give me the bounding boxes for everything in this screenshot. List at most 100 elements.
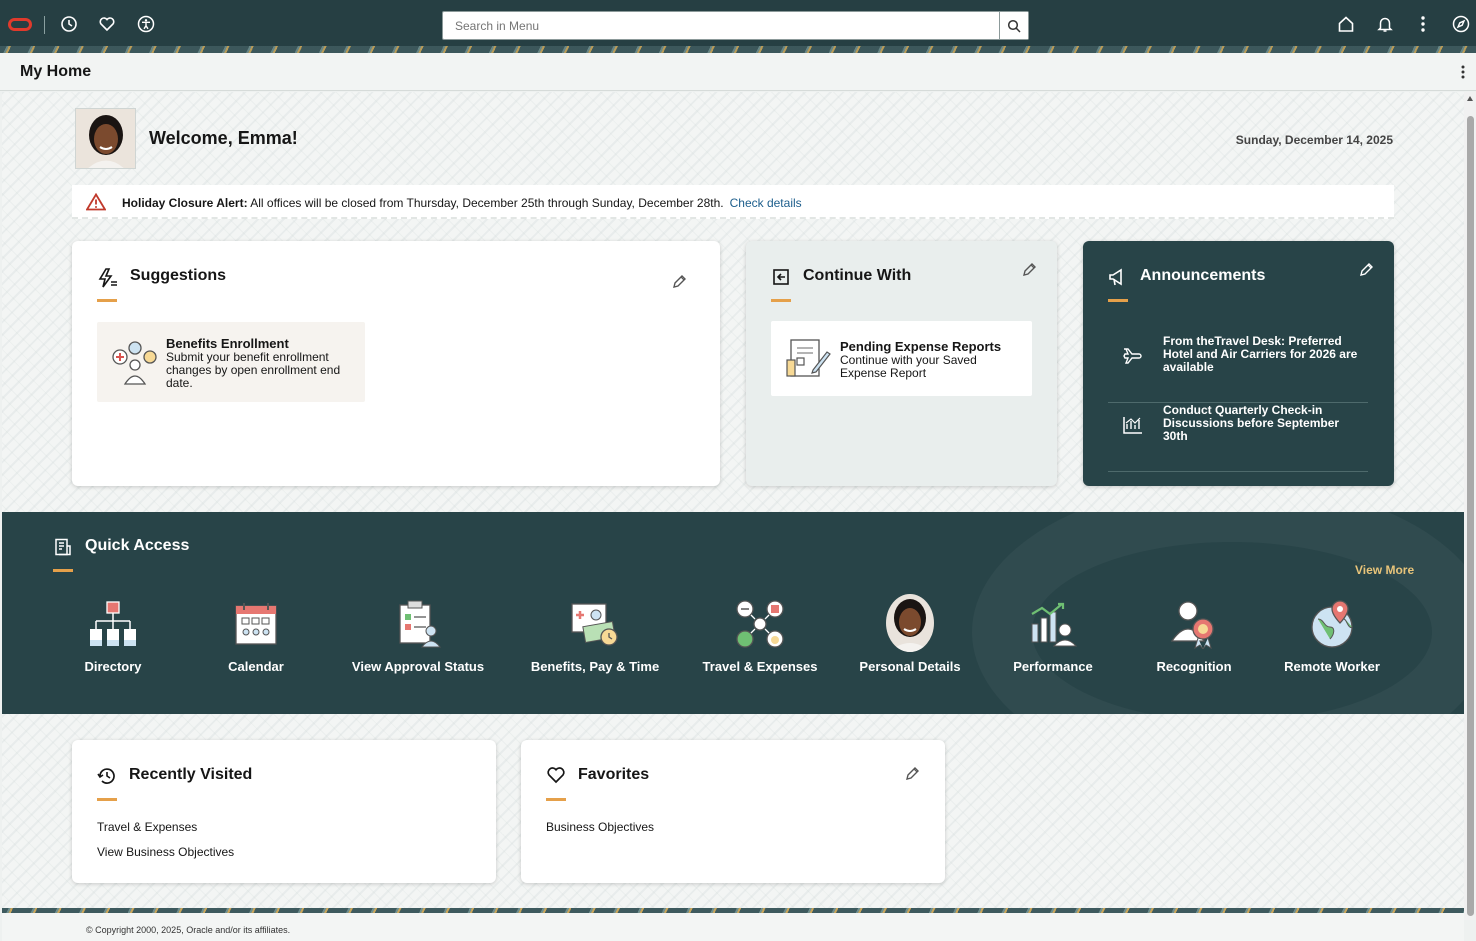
edit-pencil-icon[interactable] xyxy=(1359,262,1374,282)
continue-item-description: Continue with your Saved Expense Report xyxy=(840,353,977,380)
divider xyxy=(44,16,45,34)
approval-clipboard-icon xyxy=(392,598,444,650)
actions-menu-icon[interactable] xyxy=(1412,13,1434,35)
title-accent xyxy=(53,569,73,572)
quick-access-recognition[interactable]: Recognition xyxy=(1142,598,1246,678)
current-date: Sunday, December 14, 2025 xyxy=(1235,133,1393,147)
announcement-item[interactable]: From theTravel Desk: Preferred Hotel and… xyxy=(1108,335,1368,403)
user-photo-icon xyxy=(76,109,135,168)
suggestions-card: Suggestions Benefits Enrollment Submit y… xyxy=(72,241,720,486)
quick-access-label: Directory xyxy=(84,659,142,674)
directory-org-chart-icon xyxy=(87,598,139,650)
megaphone-icon xyxy=(1108,267,1129,292)
search-button[interactable] xyxy=(999,12,1028,39)
recent-link[interactable]: View Business Objectives xyxy=(97,845,234,859)
page-actions-icon[interactable] xyxy=(1460,64,1466,85)
title-accent xyxy=(1108,299,1128,302)
suggestion-title: Benefits Enrollment xyxy=(166,336,289,351)
header-pattern xyxy=(0,46,1476,53)
quick-access-calendar[interactable]: Calendar xyxy=(206,598,306,678)
view-more-link[interactable]: View More xyxy=(1355,563,1414,577)
quick-access-label: View Approval Status xyxy=(351,659,485,674)
quick-access-title: Quick Access xyxy=(85,537,190,554)
alert-label: Holiday Closure Alert: xyxy=(122,196,248,210)
avatar xyxy=(75,108,136,169)
vertical-scrollbar[interactable] xyxy=(1464,92,1476,920)
recently-visited-card: Recently Visited Travel & Expenses View … xyxy=(72,740,496,883)
favorites-heart-icon[interactable] xyxy=(96,13,118,35)
home-icon[interactable] xyxy=(1335,13,1357,35)
footer: © Copyright 2000, 2025, Oracle and/or it… xyxy=(2,913,1464,941)
scroll-up-icon[interactable] xyxy=(1467,96,1473,101)
announcement-item[interactable]: Conduct Quarterly Check-in Discussions b… xyxy=(1108,404,1368,472)
search-icon xyxy=(1007,19,1021,33)
airplane-icon xyxy=(1122,344,1146,369)
favorites-card: Favorites Business Objectives xyxy=(521,740,945,883)
expense-report-icon xyxy=(785,336,833,385)
scrollbar-thumb[interactable] xyxy=(1467,116,1474,916)
remote-worker-globe-icon xyxy=(1306,598,1358,650)
continue-with-title: Continue With xyxy=(803,267,912,284)
announcement-text: Conduct Quarterly Check-in Discussions b… xyxy=(1163,403,1340,443)
alert-message: All offices will be closed from Thursday… xyxy=(247,196,724,210)
continue-with-icon xyxy=(771,267,791,292)
oracle-logo[interactable] xyxy=(8,18,32,31)
alert-text: Holiday Closure Alert: All offices will … xyxy=(122,196,802,210)
quick-access-label: Remote Worker xyxy=(1284,659,1380,674)
notifications-bell-icon[interactable] xyxy=(1374,13,1396,35)
chart-growth-icon xyxy=(1122,415,1144,440)
title-accent xyxy=(771,299,791,302)
benefits-enrollment-tile[interactable]: Benefits Enrollment Submit your benefit … xyxy=(97,322,365,402)
page-title: My Home xyxy=(20,63,92,80)
accessibility-icon[interactable] xyxy=(135,13,157,35)
edit-pencil-icon[interactable] xyxy=(905,766,920,786)
quick-access-label: Recognition xyxy=(1156,659,1232,674)
search-input[interactable] xyxy=(443,12,998,39)
navigator-compass-icon[interactable] xyxy=(1450,13,1472,35)
recent-link[interactable]: Travel & Expenses xyxy=(97,820,197,834)
quick-access-directory[interactable]: Directory xyxy=(63,598,163,678)
holiday-alert-banner: Holiday Closure Alert: All offices will … xyxy=(72,185,1394,219)
performance-growth-icon xyxy=(1027,598,1079,650)
announcements-title: Announcements xyxy=(1140,267,1266,284)
heart-icon xyxy=(546,766,566,789)
suggestion-description: Submit your benefit enrollment changes b… xyxy=(166,350,341,390)
quick-access-view-approval-status[interactable]: View Approval Status xyxy=(348,598,488,678)
favorite-link[interactable]: Business Objectives xyxy=(546,820,654,834)
quick-access-travel-expenses[interactable]: Travel & Expenses xyxy=(690,598,830,678)
warning-icon xyxy=(85,192,107,216)
suggestions-lightning-icon xyxy=(97,268,119,293)
edit-pencil-icon[interactable] xyxy=(1022,262,1037,282)
quick-access-label: Personal Details xyxy=(859,659,961,674)
travel-expenses-icon xyxy=(734,598,786,650)
welcome-message: Welcome, Emma! xyxy=(149,128,298,148)
quick-access-section: Quick Access View More Directory Calenda… xyxy=(2,512,1464,714)
continue-with-card: Continue With Pending Expense Reports Co… xyxy=(746,241,1057,486)
recently-visited-title: Recently Visited xyxy=(129,766,253,783)
calendar-icon xyxy=(230,598,282,650)
title-accent xyxy=(97,798,117,801)
continue-item-title: Pending Expense Reports xyxy=(840,339,1002,354)
top-bar xyxy=(0,0,1476,53)
quick-access-benefits-pay-time[interactable]: Benefits, Pay & Time xyxy=(525,598,665,678)
announcements-card: Announcements From theTravel Desk: Prefe… xyxy=(1083,241,1394,486)
search-bar xyxy=(442,11,1029,40)
check-details-link[interactable]: Check details xyxy=(730,196,802,210)
benefits-pay-icon xyxy=(569,598,621,650)
quick-access-performance[interactable]: Performance xyxy=(998,598,1108,678)
benefits-people-icon xyxy=(111,340,159,391)
quick-access-label: Calendar xyxy=(228,659,284,674)
title-accent xyxy=(546,798,566,801)
quick-access-personal-details[interactable]: Personal Details xyxy=(850,594,970,678)
history-icon xyxy=(97,766,117,791)
recent-history-icon[interactable] xyxy=(58,13,80,35)
announcement-text: From theTravel Desk: Preferred Hotel and… xyxy=(1163,334,1358,374)
edit-pencil-icon[interactable] xyxy=(672,274,687,294)
copyright-text: © Copyright 2000, 2025, Oracle and/or it… xyxy=(86,925,291,935)
pending-expense-reports-tile[interactable]: Pending Expense Reports Continue with yo… xyxy=(771,321,1032,396)
quick-access-remote-worker[interactable]: Remote Worker xyxy=(1276,598,1388,678)
quick-access-icon xyxy=(54,538,72,561)
recognition-award-icon xyxy=(1168,598,1220,650)
suggestions-title: Suggestions xyxy=(130,267,227,284)
quick-access-label: Benefits, Pay & Time xyxy=(530,659,660,674)
